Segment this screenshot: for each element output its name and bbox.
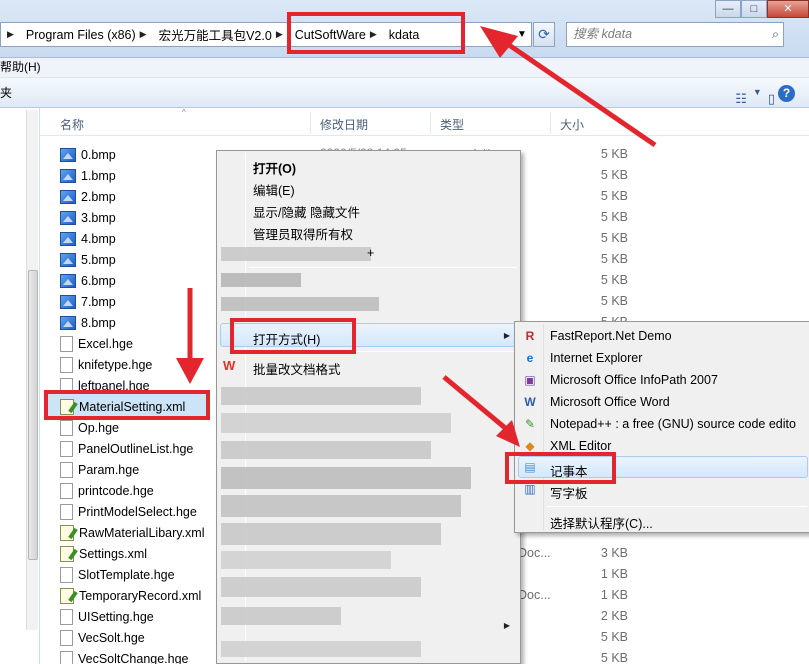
arrow-line-notepad — [442, 375, 512, 434]
file-name: MaterialSetting.xml — [79, 399, 186, 414]
annotation-arrows — [176, 26, 657, 447]
xml-file-icon — [60, 398, 74, 415]
arrow-line-address — [494, 33, 657, 148]
arrowhead-file — [176, 358, 204, 384]
file-row[interactable]: MaterialSetting.xml — [60, 396, 185, 417]
arrowhead-address — [480, 26, 518, 58]
